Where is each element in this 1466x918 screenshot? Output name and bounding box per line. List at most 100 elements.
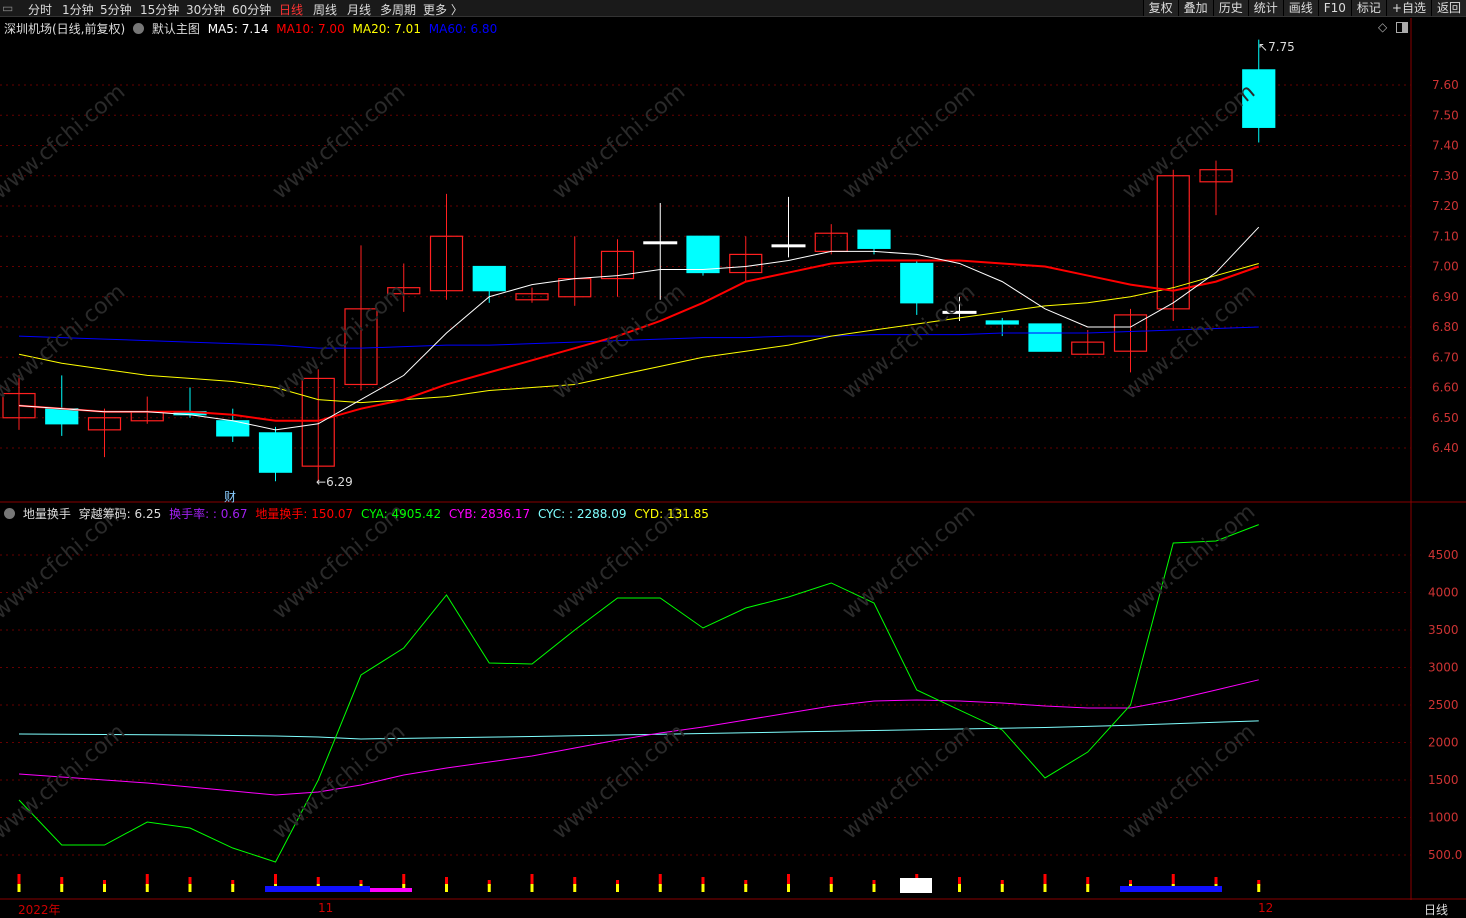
price-tick: 7.60 — [1432, 78, 1459, 92]
signal-bar — [274, 874, 277, 886]
signal-bar — [1043, 884, 1047, 892]
signal-bar — [188, 877, 192, 886]
watermark: www.cfchi.com — [268, 279, 410, 404]
candle-body — [258, 432, 293, 473]
period-tab[interactable]: 更多 〉 — [423, 1, 463, 18]
signal-band — [265, 886, 370, 892]
indicator-tick: 2000 — [1428, 736, 1459, 750]
signal-bar — [872, 884, 876, 892]
indicator-tick: 3500 — [1428, 623, 1459, 637]
kline-chart[interactable]: 7.60 7.50 7.40 7.30 7.20 7.10 7.00 6.90 6.80 6.70… — [0, 0, 1466, 915]
candle-body — [814, 232, 848, 252]
toolbar-button[interactable]: 标记 — [1350, 0, 1386, 16]
toolbar-button[interactable]: 画线 — [1282, 0, 1318, 16]
dropdown-icon[interactable] — [4, 508, 15, 519]
toolbar-button[interactable]: F10 — [1317, 0, 1351, 16]
price-tick: 7.50 — [1432, 108, 1459, 122]
signal-bar — [487, 884, 491, 892]
indicator-name[interactable]: 默认主图 — [152, 22, 200, 36]
cya-line — [18, 524, 1259, 863]
signal-bar — [316, 877, 320, 886]
indicator-tick: 1500 — [1428, 773, 1459, 787]
toolbar-button[interactable]: 统计 — [1247, 0, 1283, 16]
xaxis-nov: 11 — [318, 901, 334, 915]
signal-band — [900, 878, 932, 893]
signal-bar — [1129, 884, 1132, 892]
period-tab[interactable]: 15分钟 — [140, 1, 179, 18]
signal-bar — [744, 884, 748, 892]
signal-bar — [530, 884, 534, 892]
candle-body — [429, 235, 464, 292]
ma20-value: MA20: 7.01 — [352, 22, 421, 36]
period-tab[interactable]: 30分钟 — [186, 1, 225, 18]
signal-bar — [1214, 877, 1218, 886]
indicator-name[interactable]: 地量换手 — [23, 507, 71, 521]
signal-bar — [445, 877, 448, 886]
cyc-line — [18, 720, 1259, 740]
signal-bar — [1086, 877, 1090, 886]
candle-body — [472, 265, 506, 292]
layout-icon[interactable] — [1396, 22, 1408, 33]
signal-bar — [829, 877, 833, 886]
candle-body — [344, 308, 378, 386]
period-tab[interactable]: 分时 — [28, 1, 52, 18]
period-tab[interactable]: 5分钟 — [100, 1, 132, 18]
candle-body — [686, 235, 720, 274]
candle-body — [643, 241, 678, 245]
watermark: www.cfchi.com — [548, 79, 690, 204]
candle-body — [173, 411, 207, 416]
signal-bar — [915, 874, 919, 886]
ma60-line — [18, 326, 1259, 349]
cyc-value: CYC: : 2288.09 — [537, 507, 627, 521]
panel-toggle-icon[interactable]: ▭ — [2, 1, 13, 15]
candle-body — [2, 392, 36, 419]
period-tab[interactable]: 多周期 — [380, 1, 416, 18]
turnover-value: 换手率: : 0.67 — [169, 507, 248, 521]
period-tab[interactable]: 日线 — [279, 1, 303, 18]
signal-bar — [487, 880, 491, 886]
price-tick: 7.10 — [1432, 229, 1459, 243]
signal-bar — [829, 884, 833, 892]
watermark: www.cfchi.com — [268, 79, 410, 204]
finance-marker[interactable]: 财 — [224, 488, 236, 505]
period-tab[interactable]: 1分钟 — [62, 1, 94, 18]
signal-bar — [17, 874, 21, 886]
period-tab[interactable]: 月线 — [347, 1, 371, 18]
signal-bar — [402, 884, 406, 892]
signal-bar — [530, 874, 534, 886]
candle-body — [130, 411, 164, 422]
toolbar-button[interactable]: 复权 — [1142, 0, 1178, 16]
price-tick: 7.20 — [1432, 199, 1459, 213]
stock-title: 深圳机场(日线,前复权) — [4, 22, 126, 36]
signal-bar — [658, 884, 662, 892]
indicator-tick: 1000 — [1428, 811, 1459, 825]
price-tick: 7.30 — [1432, 169, 1459, 183]
dropdown-icon[interactable] — [133, 23, 145, 34]
candle-body — [1199, 169, 1233, 183]
toolbar-button[interactable]: 历史 — [1212, 0, 1248, 16]
candle-body — [900, 262, 934, 304]
cyb-line — [18, 679, 1259, 796]
watermark: www.cfchi.com — [1118, 279, 1260, 404]
signal-bar — [145, 884, 149, 892]
candle-body — [942, 310, 977, 314]
toolbar-button[interactable]: 返回 — [1430, 0, 1466, 16]
candle-body — [985, 320, 1019, 325]
watermark: www.cfchi.com — [838, 279, 980, 404]
cyb-value: CYB: 2836.17 — [448, 507, 531, 521]
toolbar-button[interactable]: 叠加 — [1177, 0, 1213, 16]
period-tab[interactable]: 周线 — [313, 1, 337, 18]
signal-bar — [787, 884, 790, 892]
low-label: ←6.29 — [316, 475, 353, 489]
ma60-value: MA60: 6.80 — [428, 22, 498, 36]
toolbar-button[interactable]: +自选 — [1385, 0, 1431, 16]
watermark: www.cfchi.com — [548, 719, 690, 844]
price-tick: 7.40 — [1432, 139, 1459, 153]
period-tab[interactable]: 60分钟 — [232, 1, 271, 18]
cyd-value: CYD: 131.85 — [634, 507, 709, 521]
signal-bar — [1171, 884, 1175, 892]
indicator-tick: 3000 — [1428, 661, 1459, 675]
signal-bar — [616, 884, 619, 892]
diamond-icon[interactable]: ◇ — [1378, 20, 1387, 34]
candle-body — [1242, 69, 1276, 128]
